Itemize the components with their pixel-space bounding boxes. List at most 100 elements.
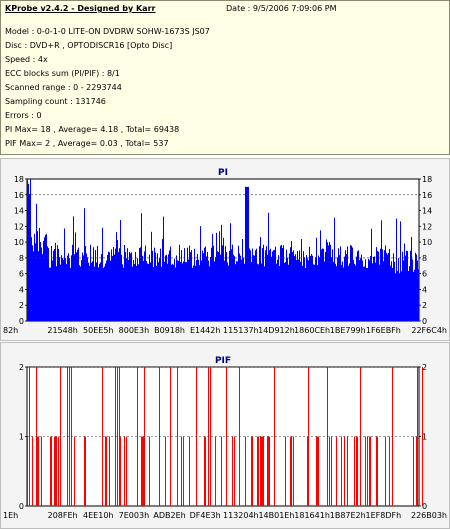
pi-bar [388, 252, 389, 321]
pi-bar [415, 252, 416, 321]
pi-bar [367, 268, 368, 321]
pi-bar [73, 216, 74, 321]
pi-bar [336, 266, 337, 321]
pi-bar [78, 247, 79, 321]
pi-bar [172, 263, 173, 321]
pi-bar [143, 260, 144, 321]
pi-bar [147, 263, 148, 321]
pif-bar [117, 367, 118, 506]
pi-bar [68, 253, 69, 321]
pi-bar [223, 237, 224, 321]
pi-bar [317, 265, 318, 321]
pif-bar [260, 436, 261, 506]
pi-bar [256, 248, 257, 321]
pif-bar [177, 367, 178, 506]
pif-bar [357, 436, 358, 506]
pi-bar [226, 252, 227, 321]
y-tick-label-right: 16 [422, 191, 432, 200]
pi-bar [157, 253, 158, 321]
pi-bar [355, 265, 356, 321]
y-tick-label-left: 0 [19, 502, 24, 511]
pi-bar [27, 180, 28, 321]
pi-bar [169, 250, 170, 321]
pi-bar [365, 259, 366, 321]
pif-bar [41, 436, 42, 506]
pi-bar [74, 254, 75, 321]
pi-bar [319, 257, 320, 321]
pif-bar [370, 436, 371, 506]
pi-bar [206, 256, 207, 321]
pi-bar [180, 261, 181, 321]
pi-bar [291, 241, 292, 321]
pi-bar [403, 260, 404, 321]
pi-bar [192, 267, 193, 321]
pi-bar [327, 242, 328, 321]
pi-bar [390, 265, 391, 321]
pi-bar [301, 239, 302, 321]
pi-bar [329, 241, 330, 321]
pi-bar [56, 266, 57, 321]
pi-bar [283, 245, 284, 321]
pi-bar [353, 260, 354, 321]
pi-bar [153, 266, 154, 321]
pif-bar [413, 436, 414, 506]
pi-bar [337, 257, 338, 321]
pi-bar [51, 245, 52, 321]
pif-bar [181, 436, 182, 506]
pi-bar [161, 266, 162, 321]
pi-bar [361, 254, 362, 321]
pi-bar [264, 266, 265, 321]
x-tick-label: 1F6EBFh [366, 326, 401, 335]
pi-bar [362, 260, 363, 321]
pif-bar [344, 436, 345, 506]
pi-bar [110, 260, 111, 321]
pi-bar [151, 231, 152, 321]
pi-bar [288, 264, 289, 321]
pif-bar [221, 436, 222, 506]
pi-bar [352, 247, 353, 321]
pi-bar [97, 245, 98, 321]
pi-bar [185, 262, 186, 321]
pi-bar [88, 262, 89, 321]
pi-bar [318, 255, 319, 321]
pi-bar [384, 250, 385, 321]
pi-bar [407, 251, 408, 321]
pif-bar [141, 436, 142, 506]
pi-bar [366, 267, 367, 321]
pi-bar [204, 247, 205, 321]
pi-bar [375, 262, 376, 321]
pi-bar [127, 248, 128, 321]
pi-bar [71, 255, 72, 321]
pi-bar [349, 263, 350, 321]
pi-bar [125, 251, 126, 321]
pi-bar [211, 247, 212, 321]
pif-bar [205, 436, 206, 506]
pi-bar [45, 234, 46, 321]
y-tick-label-left: 12 [14, 222, 24, 231]
pi-bar [149, 254, 150, 321]
pi-bar [112, 255, 113, 321]
pi-bar [41, 247, 42, 321]
pi-bar [278, 255, 279, 321]
x-tick-label: 1B87E2h [330, 511, 366, 520]
x-tick-label: 22F6C4h [411, 326, 447, 335]
pif-bar [417, 367, 418, 506]
pi-bar [298, 259, 299, 321]
pi-bar [401, 271, 402, 321]
pi-bar [331, 257, 332, 321]
pi-bar [188, 259, 189, 321]
pi-bar [276, 263, 277, 321]
pif-bar [329, 436, 330, 506]
pi-bar [402, 251, 403, 321]
pi-bar [335, 263, 336, 321]
pi-bar [356, 256, 357, 321]
x-tick-label: 113204h [223, 511, 259, 520]
pi-bar [57, 245, 58, 321]
pi-bar [229, 250, 230, 321]
pi-bar [332, 249, 333, 321]
pi-bar [213, 245, 214, 321]
y-tick-label-left: 2 [19, 301, 24, 310]
pi-bar [81, 260, 82, 321]
ecc-line: ECC blocks sum (PI/PIF) : 8/1 [5, 69, 120, 78]
pi-bar [236, 261, 237, 321]
